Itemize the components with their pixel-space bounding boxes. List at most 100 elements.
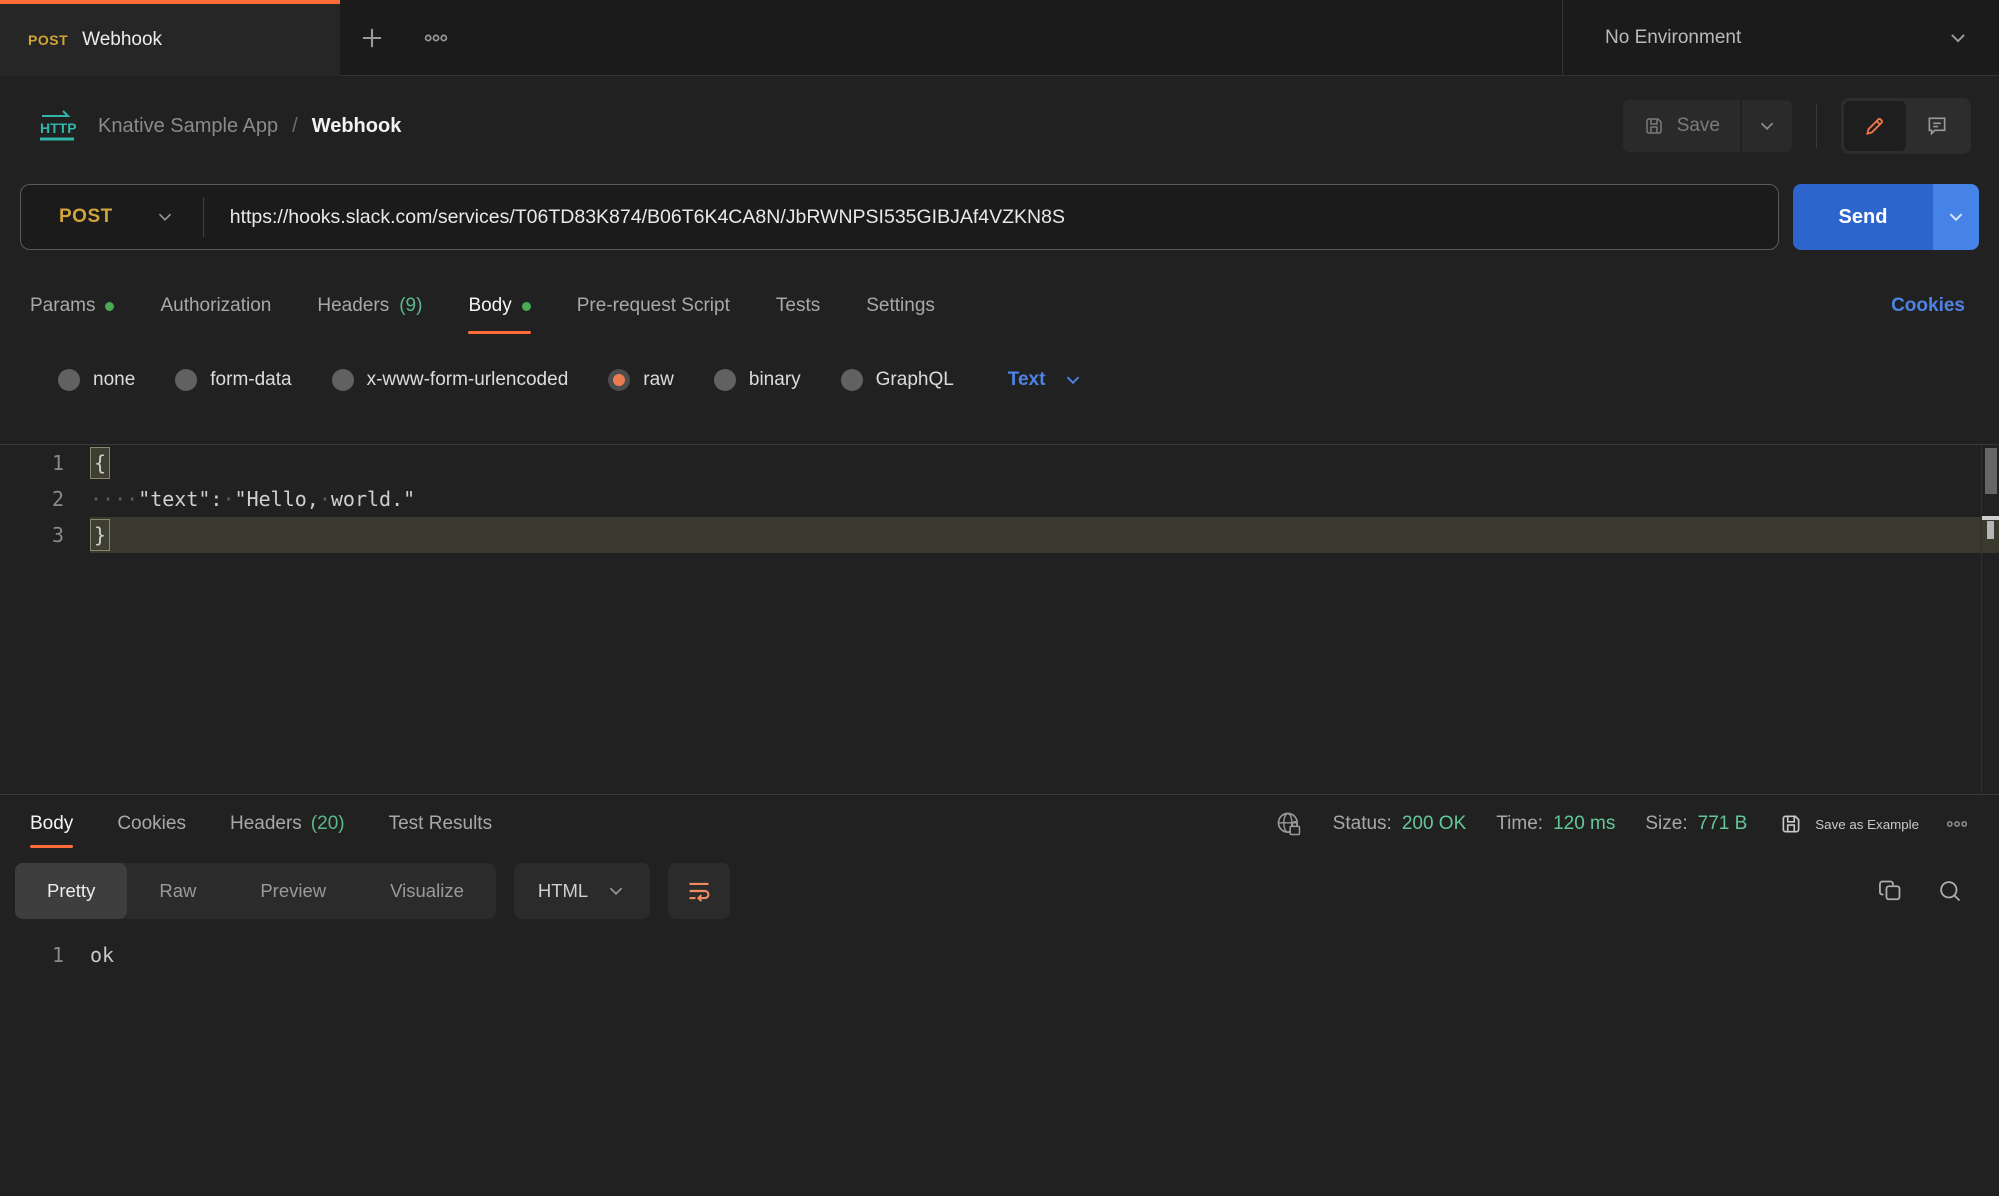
wrap-lines-button[interactable] <box>668 863 730 919</box>
mode-label: binary <box>749 369 801 391</box>
size-label: Size: <box>1645 813 1687 835</box>
mode-graphql[interactable]: GraphQL <box>841 369 954 391</box>
chevron-down-icon <box>1063 370 1083 390</box>
tab-authorization[interactable]: Authorization <box>160 270 271 342</box>
tab-label: Body <box>30 813 73 835</box>
method-selector[interactable]: POST <box>21 185 203 249</box>
breadcrumb: HTTP Knative Sample App / Webhook Save <box>0 76 1999 176</box>
send-options-button[interactable] <box>1933 184 1979 250</box>
method-label: POST <box>59 206 113 228</box>
bracket-match: } <box>90 519 110 551</box>
tab-settings[interactable]: Settings <box>866 270 935 342</box>
environment-selector[interactable]: No Environment <box>1562 0 1999 75</box>
size-badge[interactable]: Size: 771 B <box>1645 813 1747 835</box>
wrap-text-icon <box>686 878 712 904</box>
edit-request-button[interactable] <box>1844 101 1906 151</box>
raw-language-selector[interactable]: Text <box>1008 369 1084 391</box>
time-badge[interactable]: Time: 120 ms <box>1496 813 1615 835</box>
send-split-button: Send <box>1793 184 1979 250</box>
view-raw[interactable]: Raw <box>127 863 228 919</box>
tab-method-badge: POST <box>28 32 68 48</box>
modified-dot <box>105 302 114 311</box>
editor-line: 1 { <box>0 445 1999 481</box>
mode-label: raw <box>643 369 674 391</box>
save-button[interactable]: Save <box>1623 100 1740 152</box>
request-tabs: Params Authorization Headers (9) Body Pr… <box>0 270 1999 342</box>
tab-label: Settings <box>866 295 935 317</box>
mode-form-data[interactable]: form-data <box>175 369 291 391</box>
comment-icon <box>1925 114 1949 138</box>
divider <box>1816 104 1817 148</box>
url-input[interactable]: https://hooks.slack.com/services/T06TD83… <box>204 206 1091 229</box>
view-pretty[interactable]: Pretty <box>15 863 127 919</box>
tab-tests[interactable]: Tests <box>776 270 820 342</box>
response-tab-body[interactable]: Body <box>30 795 73 853</box>
floppy-icon <box>1779 812 1803 836</box>
tab-title: Webhook <box>82 29 162 51</box>
right-panel-toggles <box>1841 98 1971 154</box>
tab-body[interactable]: Body <box>468 270 530 342</box>
mode-raw[interactable]: raw <box>608 369 674 391</box>
request-tab-webhook[interactable]: POST Webhook <box>0 0 340 76</box>
copy-icon <box>1877 878 1903 904</box>
new-tab-button[interactable] <box>340 0 404 75</box>
chevron-down-icon <box>1947 27 1969 49</box>
tab-options-button[interactable] <box>404 0 468 75</box>
mode-none[interactable]: none <box>58 369 135 391</box>
radio-unselected <box>175 369 197 391</box>
http-protocol-icon: HTTP <box>38 109 76 143</box>
radio-unselected <box>714 369 736 391</box>
tab-count: (20) <box>311 813 345 835</box>
response-section: Body Cookies Headers (20) Test Results S… <box>0 794 1999 973</box>
radio-unselected <box>841 369 863 391</box>
scrollbar-thumb[interactable] <box>1985 448 1997 494</box>
tab-label: Cookies <box>117 813 186 835</box>
response-options-button[interactable] <box>1945 812 1969 836</box>
network-globe-lock-icon <box>1275 810 1303 838</box>
save-split-button: Save <box>1623 100 1792 152</box>
ellipsis-icon <box>1945 812 1969 836</box>
tab-pre-request-script[interactable]: Pre-request Script <box>577 270 730 342</box>
mode-label: GraphQL <box>876 369 954 391</box>
chevron-down-icon <box>1757 116 1777 136</box>
mode-x-www-form-urlencoded[interactable]: x-www-form-urlencoded <box>332 369 569 391</box>
comments-button[interactable] <box>1906 101 1968 151</box>
send-button[interactable]: Send <box>1793 184 1933 250</box>
chevron-down-icon <box>155 207 175 227</box>
response-tab-test-results[interactable]: Test Results <box>389 795 492 853</box>
tab-label: Test Results <box>389 813 492 835</box>
line-number: 1 <box>0 937 90 973</box>
copy-response-button[interactable] <box>1877 878 1903 904</box>
view-visualize[interactable]: Visualize <box>358 863 496 919</box>
raw-language-label: Text <box>1008 369 1046 391</box>
body-mode-row: none form-data x-www-form-urlencoded raw… <box>0 342 1999 418</box>
cookies-link[interactable]: Cookies <box>1891 295 1965 317</box>
response-tab-cookies[interactable]: Cookies <box>117 795 186 853</box>
mode-binary[interactable]: binary <box>714 369 801 391</box>
response-format-selector[interactable]: HTML <box>514 863 650 919</box>
tab-headers[interactable]: Headers (9) <box>317 270 422 342</box>
mode-label: x-www-form-urlencoded <box>367 369 569 391</box>
breadcrumb-collection[interactable]: Knative Sample App <box>98 115 278 138</box>
status-badge[interactable]: Status: 200 OK <box>1333 813 1467 835</box>
save-options-button[interactable] <box>1742 100 1792 152</box>
search-response-button[interactable] <box>1937 878 1963 904</box>
save-button-label: Save <box>1677 115 1720 137</box>
tab-label: Headers <box>317 295 389 317</box>
response-view-switcher: Pretty Raw Preview Visualize <box>15 863 496 919</box>
time-label: Time: <box>1496 813 1543 835</box>
response-body-viewer[interactable]: 1 ok <box>0 929 1999 973</box>
response-tab-headers[interactable]: Headers (20) <box>230 795 345 853</box>
save-as-example-button[interactable]: Save as Example <box>1779 812 1919 836</box>
request-body-editor[interactable]: 1 { 2 ····"text":·"Hello,·world." 3 } <box>0 444 1999 794</box>
view-preview[interactable]: Preview <box>228 863 358 919</box>
line-number: 1 <box>0 445 90 481</box>
tab-label: Authorization <box>160 295 271 317</box>
breadcrumb-separator: / <box>292 115 298 138</box>
tab-label: Tests <box>776 295 820 317</box>
chevron-down-icon <box>1946 207 1966 227</box>
response-line: 1 ok <box>0 937 1999 973</box>
save-as-example-label: Save as Example <box>1815 817 1919 832</box>
tab-params[interactable]: Params <box>30 270 114 342</box>
pencil-icon <box>1863 114 1887 138</box>
